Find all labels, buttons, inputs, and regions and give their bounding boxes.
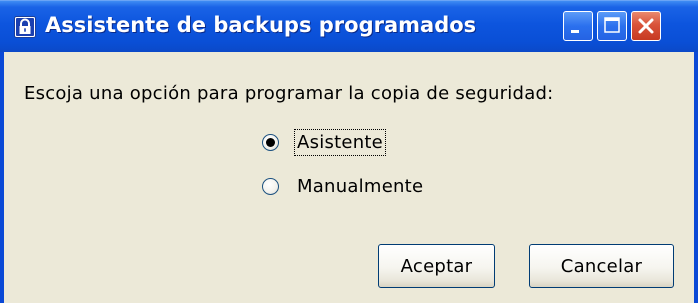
minimize-button[interactable] [563, 11, 593, 41]
minimize-icon [571, 30, 579, 33]
accept-button[interactable]: Aceptar [378, 244, 495, 288]
close-icon [638, 18, 654, 34]
dialog-window: Assistente de backups programados Escoja… [0, 0, 698, 303]
window-title: Assistente de backups programados [45, 13, 477, 37]
prompt-text: Escoja una opción para programar la copi… [24, 83, 554, 104]
lock-icon [14, 16, 36, 38]
radio-option-asistente[interactable]: Asistente [262, 128, 386, 156]
radio-option-manualmente[interactable]: Manualmente [262, 172, 424, 200]
radio-button-unselected[interactable] [262, 177, 279, 195]
radio-button-selected[interactable] [262, 133, 279, 151]
close-button[interactable] [631, 11, 661, 41]
maximize-button[interactable] [597, 11, 627, 41]
maximize-icon [604, 17, 620, 33]
cancel-button[interactable]: Cancelar [529, 244, 674, 288]
title-bar[interactable]: Assistente de backups programados [0, 0, 698, 52]
radio-label-asistente: Asistente [294, 128, 386, 156]
radio-label-manualmente: Manualmente [297, 175, 424, 197]
